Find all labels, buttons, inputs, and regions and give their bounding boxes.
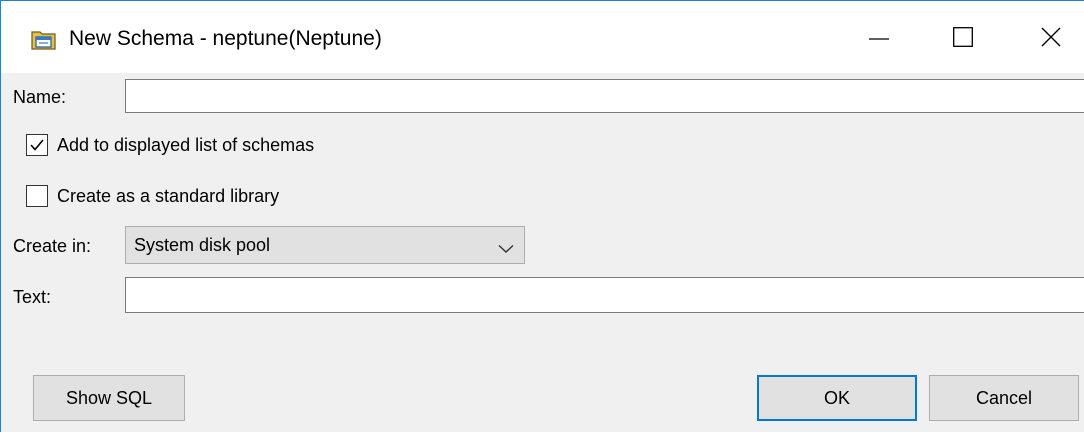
standard-library-checkbox[interactable]	[26, 185, 48, 207]
show-sql-button[interactable]: Show SQL	[33, 375, 185, 421]
checkmark-icon	[30, 139, 44, 151]
text-input[interactable]	[125, 277, 1084, 313]
add-to-list-label[interactable]: Add to displayed list of schemas	[57, 135, 314, 156]
window-title: New Schema - neptune(Neptune)	[69, 27, 382, 50]
create-in-dropdown[interactable]: System disk pool	[125, 226, 525, 264]
close-icon	[1041, 27, 1061, 47]
ok-button[interactable]: OK	[757, 375, 917, 421]
standard-library-label[interactable]: Create as a standard library	[57, 186, 279, 207]
close-button[interactable]	[1019, 1, 1083, 73]
maximize-icon	[953, 27, 973, 47]
create-in-label: Create in:	[13, 236, 92, 256]
title-bar[interactable]: New Schema - neptune(Neptune)	[1, 1, 1084, 73]
create-in-selected-value: System disk pool	[134, 235, 271, 255]
name-label: Name:	[13, 87, 67, 107]
add-to-list-checkbox[interactable]	[26, 134, 48, 156]
maximize-button[interactable]	[931, 1, 995, 73]
cancel-button[interactable]: Cancel	[929, 375, 1079, 421]
chevron-down-icon	[498, 241, 514, 259]
text-label: Text:	[13, 287, 52, 307]
minimize-icon	[869, 38, 889, 40]
minimize-button[interactable]	[847, 1, 911, 73]
name-input[interactable]	[125, 79, 1084, 113]
schema-folder-icon	[31, 29, 57, 51]
new-schema-dialog: New Schema - neptune(Neptune) Name: Add …	[0, 0, 1084, 432]
